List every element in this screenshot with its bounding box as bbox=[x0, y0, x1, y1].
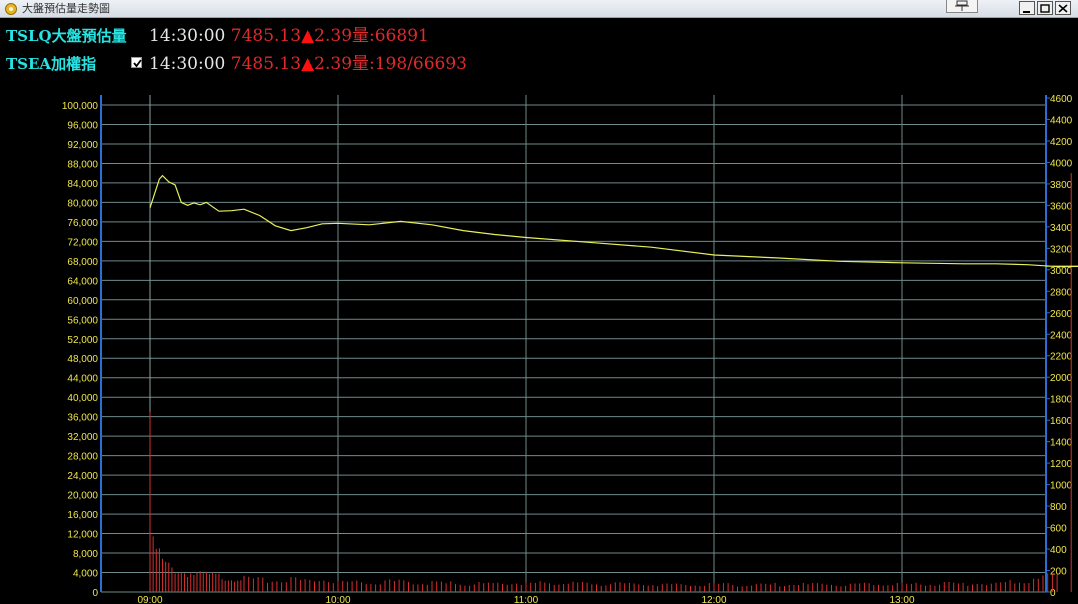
left-tick-label: 44,000 bbox=[67, 374, 98, 385]
right-tick-label: 2400 bbox=[1050, 330, 1073, 341]
x-tick-label: 11:00 bbox=[514, 595, 539, 604]
right-tick-label: 3400 bbox=[1050, 223, 1073, 234]
right-tick-label: 4600 bbox=[1050, 94, 1073, 105]
left-tick-label: 52,000 bbox=[67, 335, 98, 346]
left-tick-label: 64,000 bbox=[67, 276, 98, 287]
left-tick-label: 32,000 bbox=[67, 432, 98, 443]
left-tick-label: 0 bbox=[92, 588, 98, 599]
right-tick-label: 4400 bbox=[1050, 115, 1073, 126]
right-tick-label: 2600 bbox=[1050, 309, 1073, 320]
left-tick-label: 80,000 bbox=[67, 198, 98, 209]
volume-chart[interactable]: 0 4,000 8,000 12,000 16,000 20,000 24,000 28,00… bbox=[0, 0, 1078, 604]
x-tick-label: 09:00 bbox=[137, 595, 162, 604]
right-tick-label: 600 bbox=[1050, 524, 1067, 535]
left-tick-label: 8,000 bbox=[73, 549, 98, 560]
right-tick-label: 4000 bbox=[1050, 158, 1073, 169]
x-tick-label: 13:00 bbox=[889, 595, 914, 604]
right-tick-label: 400 bbox=[1050, 545, 1067, 556]
x-tick-label: 12:00 bbox=[701, 595, 726, 604]
left-tick-label: 48,000 bbox=[67, 354, 98, 365]
left-tick-label: 4,000 bbox=[73, 569, 98, 580]
right-tick-label: 3600 bbox=[1050, 201, 1073, 212]
left-tick-label: 28,000 bbox=[67, 452, 98, 463]
left-tick-label: 84,000 bbox=[67, 179, 98, 190]
right-tick-label: 1400 bbox=[1050, 438, 1073, 449]
left-tick-label: 60,000 bbox=[67, 296, 98, 307]
left-tick-label: 40,000 bbox=[67, 393, 98, 404]
left-tick-label: 16,000 bbox=[67, 510, 98, 521]
right-tick-label: 3200 bbox=[1050, 244, 1073, 255]
right-tick-label: 1600 bbox=[1050, 416, 1073, 427]
left-tick-label: 76,000 bbox=[67, 218, 98, 229]
left-tick-label: 92,000 bbox=[67, 140, 98, 151]
left-tick-label: 68,000 bbox=[67, 257, 98, 268]
left-tick-label: 72,000 bbox=[67, 237, 98, 248]
left-tick-label: 36,000 bbox=[67, 413, 98, 424]
right-tick-label: 800 bbox=[1050, 502, 1067, 513]
right-tick-label: 0 bbox=[1050, 588, 1056, 599]
left-tick-label: 12,000 bbox=[67, 530, 98, 541]
right-tick-label: 1000 bbox=[1050, 481, 1073, 492]
left-tick-label: 20,000 bbox=[67, 491, 98, 502]
x-tick-label: 10:00 bbox=[325, 595, 350, 604]
estimated-volume-line bbox=[149, 174, 1078, 268]
left-tick-label: 24,000 bbox=[67, 471, 98, 482]
left-tick-label: 100,000 bbox=[62, 101, 99, 112]
right-tick-label: 4200 bbox=[1050, 137, 1073, 148]
right-tick-label: 3800 bbox=[1050, 180, 1073, 191]
right-tick-label: 2800 bbox=[1050, 287, 1073, 298]
left-tick-label: 88,000 bbox=[67, 159, 98, 170]
right-tick-label: 3000 bbox=[1050, 266, 1073, 277]
right-tick-label: 2000 bbox=[1050, 373, 1073, 384]
right-tick-label: 1800 bbox=[1050, 395, 1073, 406]
right-tick-label: 2200 bbox=[1050, 352, 1073, 363]
left-tick-label: 56,000 bbox=[67, 315, 98, 326]
right-tick-label: 1200 bbox=[1050, 459, 1073, 470]
left-tick-label: 96,000 bbox=[67, 120, 98, 131]
